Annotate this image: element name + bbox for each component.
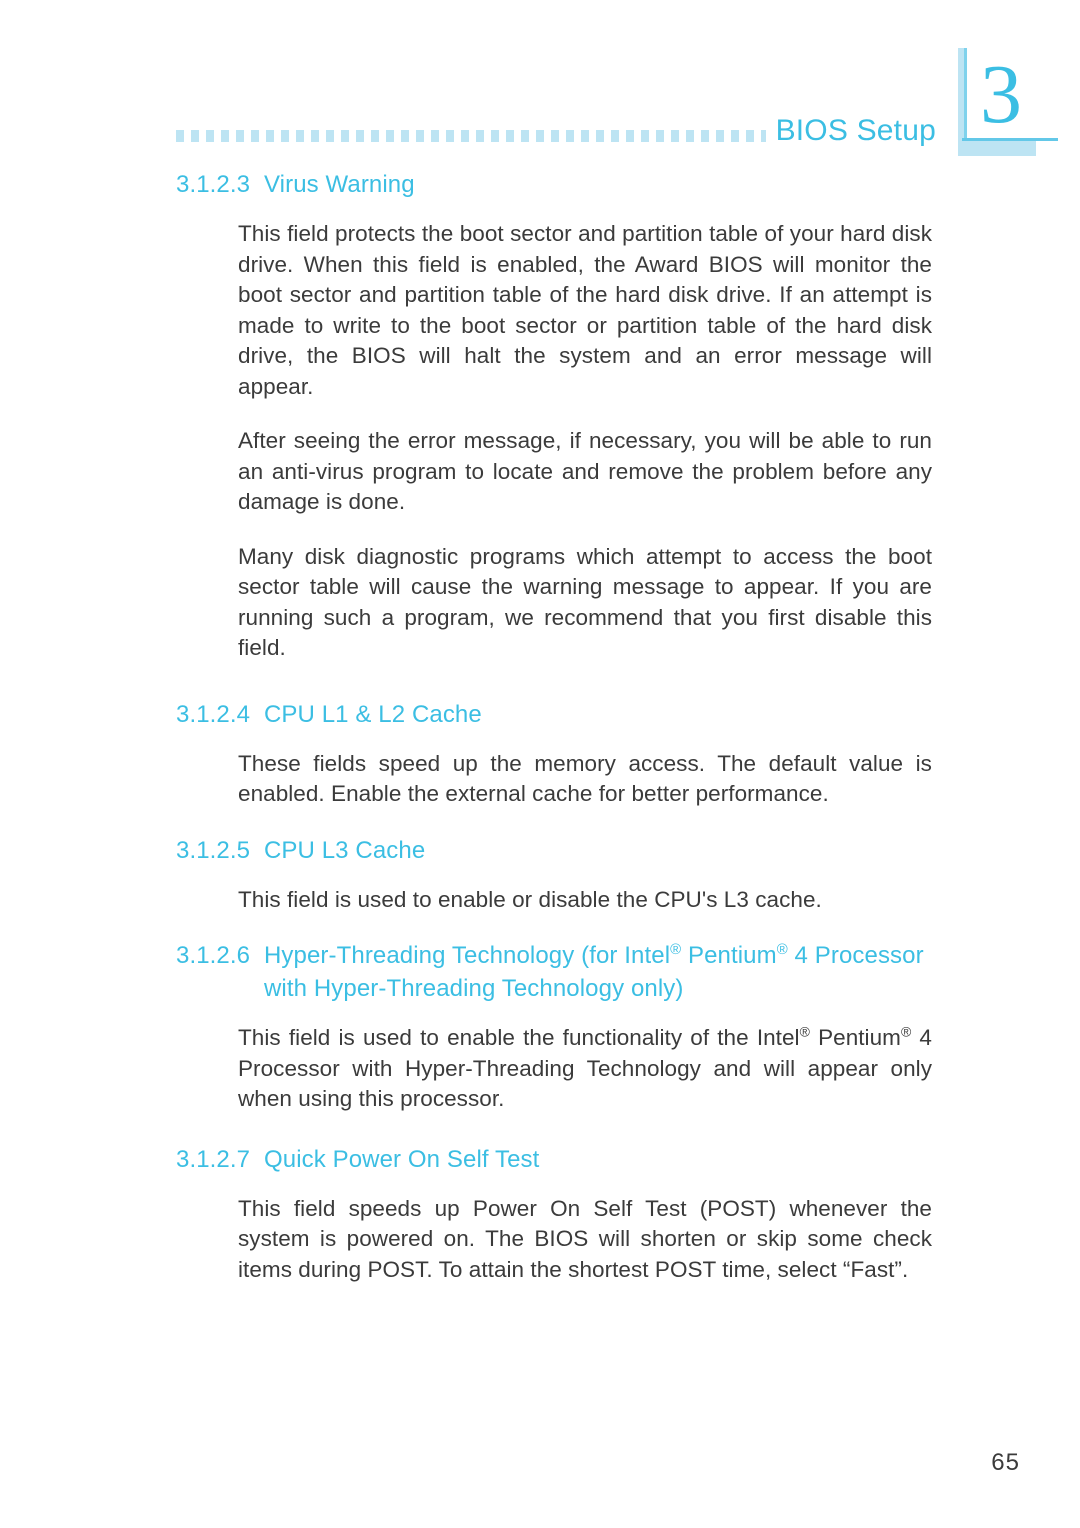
registered-mark-icon: ® <box>670 942 682 958</box>
section-heading: 3.1.2.3 Virus Warning <box>0 168 936 201</box>
chapter-marker: 3 <box>958 48 1058 156</box>
dotted-rule <box>176 130 766 142</box>
paragraph: This field is used to enable the functio… <box>238 1023 932 1115</box>
paragraph: These fields speed up the memory access.… <box>238 750 932 807</box>
section-title-part: Hyper-Threading Technology (for Intel <box>264 942 671 969</box>
section-title-part: 4 Processor <box>787 942 924 969</box>
header-rule-row: BIOS Setup <box>176 112 936 148</box>
section-title-line2: with Hyper-Threading Technology only) <box>264 975 684 1002</box>
section-number: 3.1.2.3 <box>176 171 251 198</box>
document-page: 3 BIOS Setup 3.1.2.3 Virus Warning This f… <box>0 0 1080 1528</box>
section-hyper-threading: 3.1.2.6 Hyper-Threading Technology (for I… <box>0 939 1080 1115</box>
section-virus-warning: 3.1.2.3 Virus Warning This field protects… <box>0 168 1080 664</box>
header-title: BIOS Setup <box>775 114 936 147</box>
paragraph: This field is used to enable or disable … <box>238 886 822 912</box>
section-number: 3.1.2.4 <box>176 700 251 728</box>
section-heading: 3.1.2.5 CPU L3 Cache <box>0 834 936 867</box>
section-cpu-l3-cache: 3.1.2.5 CPU L3 Cache This field is used t… <box>0 834 1080 916</box>
paragraph: This field protects the boot sector and … <box>238 221 932 399</box>
section-cpu-l1-l2-cache: 3.1.2.4 CPU L1 & L2 Cache These fields sp… <box>0 698 1080 810</box>
section-heading: 3.1.2.7 Quick Power On Self Test <box>0 1143 936 1176</box>
registered-mark-icon: ® <box>776 942 788 958</box>
section-title-part: Pentium <box>681 942 777 969</box>
registered-mark-icon: ® <box>799 1023 810 1040</box>
section-number: 3.1.2.7 <box>176 1145 251 1173</box>
page-header: 3 BIOS Setup <box>0 0 1080 175</box>
section-heading: 3.1.2.4 CPU L1 & L2 Cache <box>0 698 936 731</box>
paragraph: Many disk diagnostic programs which atte… <box>238 543 932 661</box>
page-footer: 65 <box>0 1448 1080 1488</box>
section-quick-post: 3.1.2.7 Quick Power On Self Test This fie… <box>0 1143 1080 1286</box>
section-title: CPU L3 Cache <box>264 836 426 864</box>
section-number: 3.1.2.6 <box>176 942 251 969</box>
page-content: 3.1.2.3 Virus Warning This field protects… <box>0 168 1080 1285</box>
paragraph-part: This field is used to enable the functio… <box>238 1025 800 1050</box>
section-number: 3.1.2.5 <box>176 836 251 864</box>
chapter-bracket-vertical-accent <box>964 48 967 140</box>
chapter-number: 3 <box>980 48 1022 141</box>
paragraph: After seeing the error message, if neces… <box>238 428 932 514</box>
paragraph-part: Pentium <box>809 1025 901 1050</box>
paragraph: This field speeds up Power On Self Test … <box>238 1195 932 1282</box>
section-title: CPU L1 & L2 Cache <box>264 700 482 728</box>
page-number: 65 <box>991 1449 1020 1476</box>
section-title: Virus Warning <box>264 171 415 198</box>
section-title: Quick Power On Self Test <box>264 1145 540 1173</box>
registered-mark-icon: ® <box>900 1023 912 1040</box>
section-heading: 3.1.2.6 Hyper-Threading Technology (for I… <box>0 939 936 1005</box>
section-title: Hyper-Threading Technology (for Intel® P… <box>264 939 934 1005</box>
